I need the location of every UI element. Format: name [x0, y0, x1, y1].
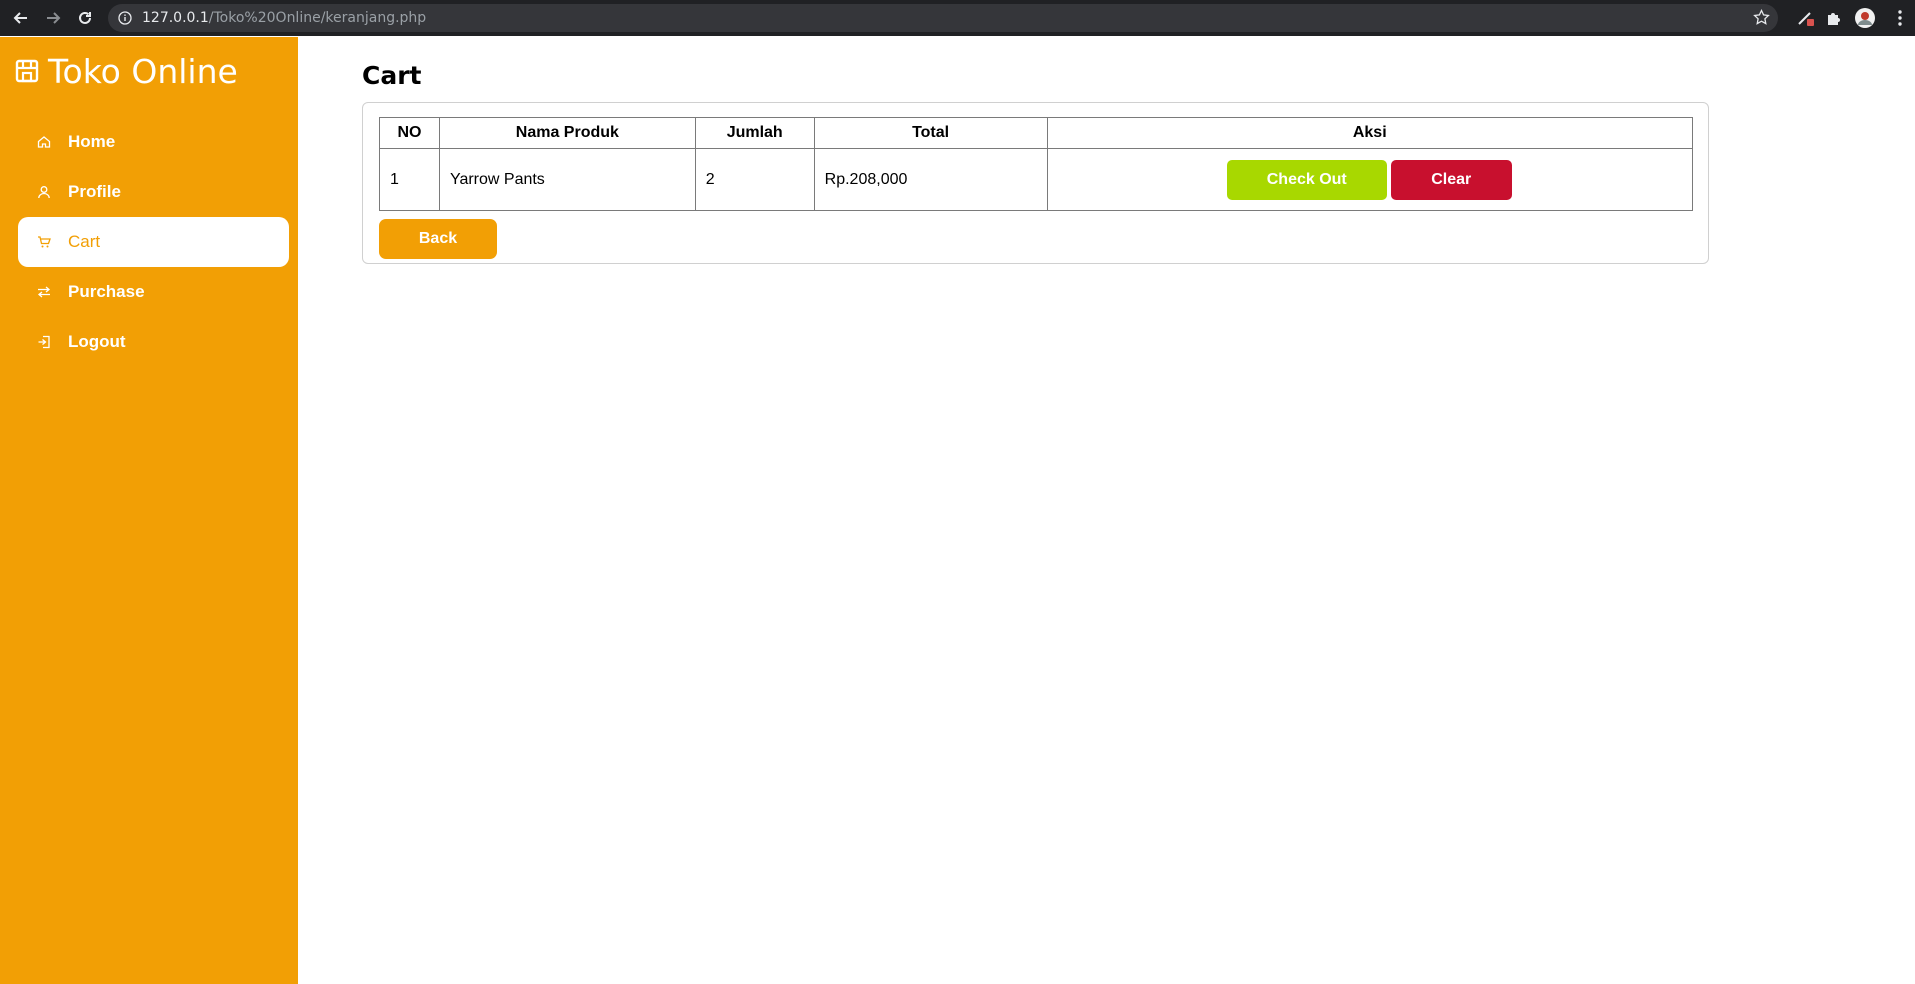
info-icon[interactable]	[118, 11, 132, 25]
cell-total: Rp.208,000	[813, 148, 1048, 211]
brand-name: Toko Online	[48, 51, 238, 91]
browser-toolbar: 127.0.0.1/Toko%20Online/keranjang.php	[0, 0, 1915, 36]
sidebar-item-logout[interactable]: Logout	[18, 317, 289, 367]
column-header-product: Nama Produk	[438, 117, 696, 149]
page-title: Cart	[362, 61, 422, 90]
profile-avatar-icon[interactable]	[1853, 6, 1877, 30]
bookmark-star-icon[interactable]	[1753, 8, 1770, 31]
table-header-row: NO Nama Produk Jumlah Total Aksi	[379, 117, 1693, 149]
column-header-action: Aksi	[1046, 117, 1693, 149]
cell-action: Check Out Clear	[1046, 148, 1693, 211]
cell-qty: 2	[694, 148, 815, 211]
forward-arrow-icon[interactable]	[41, 6, 65, 30]
column-header-qty: Jumlah	[694, 117, 815, 149]
sidebar-item-label: Logout	[68, 332, 126, 351]
sidebar-item-label: Cart	[68, 232, 101, 251]
extensions-puzzle-icon[interactable]	[1822, 6, 1846, 30]
table-row: 1 Yarrow Pants 2 Rp.208,000 Check Out Cle…	[379, 148, 1693, 211]
checkout-button[interactable]: Check Out	[1226, 159, 1387, 200]
brand[interactable]: Toko Online	[14, 51, 238, 91]
sidebar-menu: Home Profile Cart Purchase Logout	[18, 117, 289, 367]
sidebar-item-label: Home	[68, 132, 116, 151]
sidebar-item-purchase[interactable]: Purchase	[18, 267, 289, 317]
cart-icon	[36, 234, 52, 250]
address-bar[interactable]: 127.0.0.1/Toko%20Online/keranjang.php	[108, 4, 1778, 32]
column-header-total: Total	[813, 117, 1048, 149]
extension-pen-icon[interactable]	[1794, 6, 1818, 30]
cart-card: NO Nama Produk Jumlah Total Aksi 1 Yarro…	[362, 102, 1709, 264]
url-text: 127.0.0.1/Toko%20Online/keranjang.php	[142, 10, 426, 26]
store-icon	[14, 58, 40, 84]
logout-icon	[36, 334, 52, 350]
sidebar: Toko Online Home Profile Cart Purchase L…	[0, 37, 298, 984]
back-arrow-icon[interactable]	[9, 6, 33, 30]
column-header-no: NO	[379, 117, 440, 149]
url-path: /Toko%20Online/keranjang.php	[208, 10, 427, 26]
sidebar-item-label: Profile	[68, 182, 121, 201]
sidebar-item-cart[interactable]: Cart	[18, 217, 289, 267]
cart-table: NO Nama Produk Jumlah Total Aksi 1 Yarro…	[379, 117, 1693, 211]
home-icon	[36, 134, 52, 150]
sidebar-item-profile[interactable]: Profile	[18, 167, 289, 217]
back-button[interactable]: Back	[379, 219, 497, 259]
sidebar-item-label: Purchase	[68, 282, 145, 301]
user-icon	[36, 184, 52, 200]
menu-kebab-icon[interactable]	[1888, 6, 1912, 30]
cell-no: 1	[379, 148, 440, 211]
sidebar-item-home[interactable]: Home	[18, 117, 289, 167]
clear-button[interactable]: Clear	[1390, 159, 1512, 200]
reload-icon[interactable]	[73, 6, 97, 30]
cell-product: Yarrow Pants	[438, 148, 696, 211]
arrows-exchange-icon	[36, 284, 52, 300]
url-host: 127.0.0.1	[142, 10, 209, 26]
